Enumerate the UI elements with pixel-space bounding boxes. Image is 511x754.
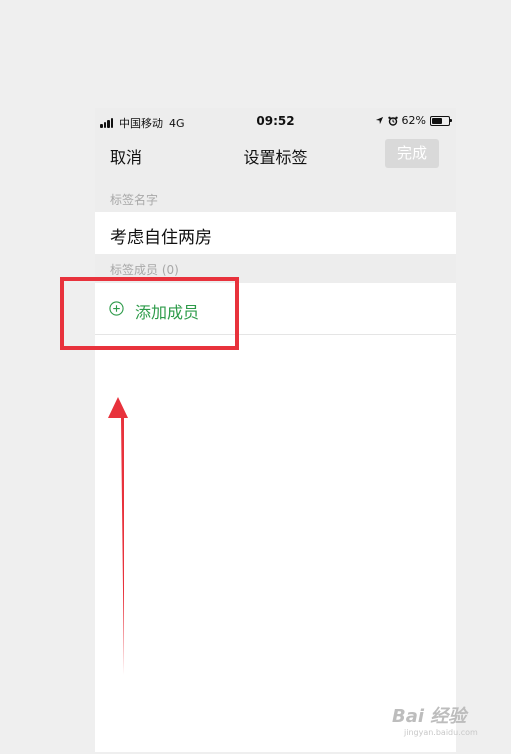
watermark-brand: Bai 经验 <box>392 706 467 727</box>
arrow-up-icon <box>108 397 128 675</box>
baidu-watermark: Bai 经验 jingyan.baidu.com <box>392 702 478 737</box>
watermark-url: jingyan.baidu.com <box>404 728 478 737</box>
arrow-annotation <box>108 397 128 675</box>
